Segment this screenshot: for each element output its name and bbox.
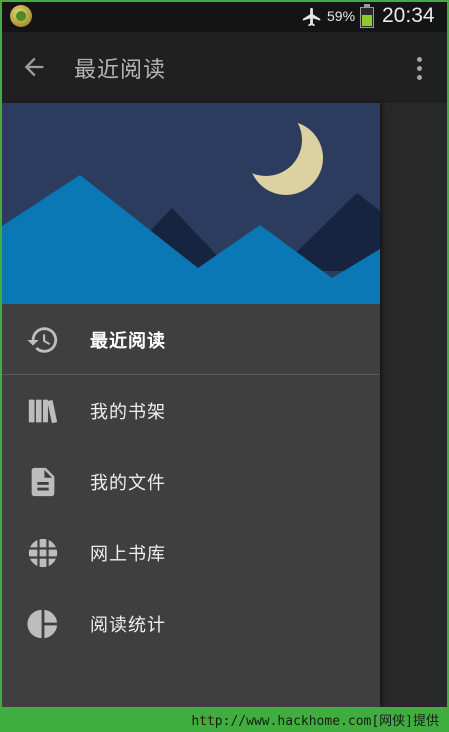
status-bar: 59% 20:34 <box>2 2 447 32</box>
back-arrow-icon[interactable] <box>20 53 48 81</box>
clock: 20:34 <box>382 4 435 27</box>
notification-app-icon <box>10 5 32 27</box>
menu-item-reading-stats[interactable]: 阅读统计 <box>2 588 380 659</box>
menu-label-recent: 最近阅读 <box>90 331 166 352</box>
navigation-drawer: 最近阅读 我的书架 我的文件 网上书库 阅读统计 <box>2 103 380 707</box>
menu-item-bookshelf[interactable]: 我的书架 <box>2 375 380 446</box>
phone-screen: 59% 20:34 最近阅读 最近阅读 我的书架 我的文件 网上书库 阅读统计 <box>2 2 447 707</box>
globe-icon <box>28 538 58 568</box>
history-icon <box>27 327 58 353</box>
menu-label-online-library: 网上书库 <box>90 544 166 565</box>
watermark-text: http://www.hackhome.com[网侠]提供 <box>191 714 439 729</box>
menu-item-online-library[interactable]: 网上书库 <box>2 517 380 588</box>
menu-item-my-files[interactable]: 我的文件 <box>2 446 380 517</box>
battery-level-fill <box>362 14 372 26</box>
bookshelf-icon <box>28 399 58 424</box>
battery-percent: 59% <box>327 8 356 24</box>
watermark-bar: http://www.hackhome.com[网侠]提供 <box>0 707 449 732</box>
drawer-menu: 最近阅读 我的书架 我的文件 网上书库 阅读统计 <box>2 304 380 659</box>
menu-label-reading-stats: 阅读统计 <box>90 615 166 636</box>
drawer-header-illustration <box>2 103 380 304</box>
page-title: 最近阅读 <box>74 58 167 83</box>
menu-item-recent[interactable]: 最近阅读 <box>2 304 380 375</box>
menu-label-bookshelf: 我的书架 <box>90 402 166 423</box>
pie-chart-icon <box>27 609 58 639</box>
app-bar: 最近阅读 <box>2 32 447 103</box>
battery-icon <box>360 4 374 28</box>
content-scrim[interactable] <box>380 103 447 707</box>
document-icon <box>31 467 55 497</box>
menu-label-my-files: 我的文件 <box>90 473 166 494</box>
more-vert-icon[interactable] <box>407 54 431 82</box>
airplane-mode-icon <box>302 7 321 27</box>
